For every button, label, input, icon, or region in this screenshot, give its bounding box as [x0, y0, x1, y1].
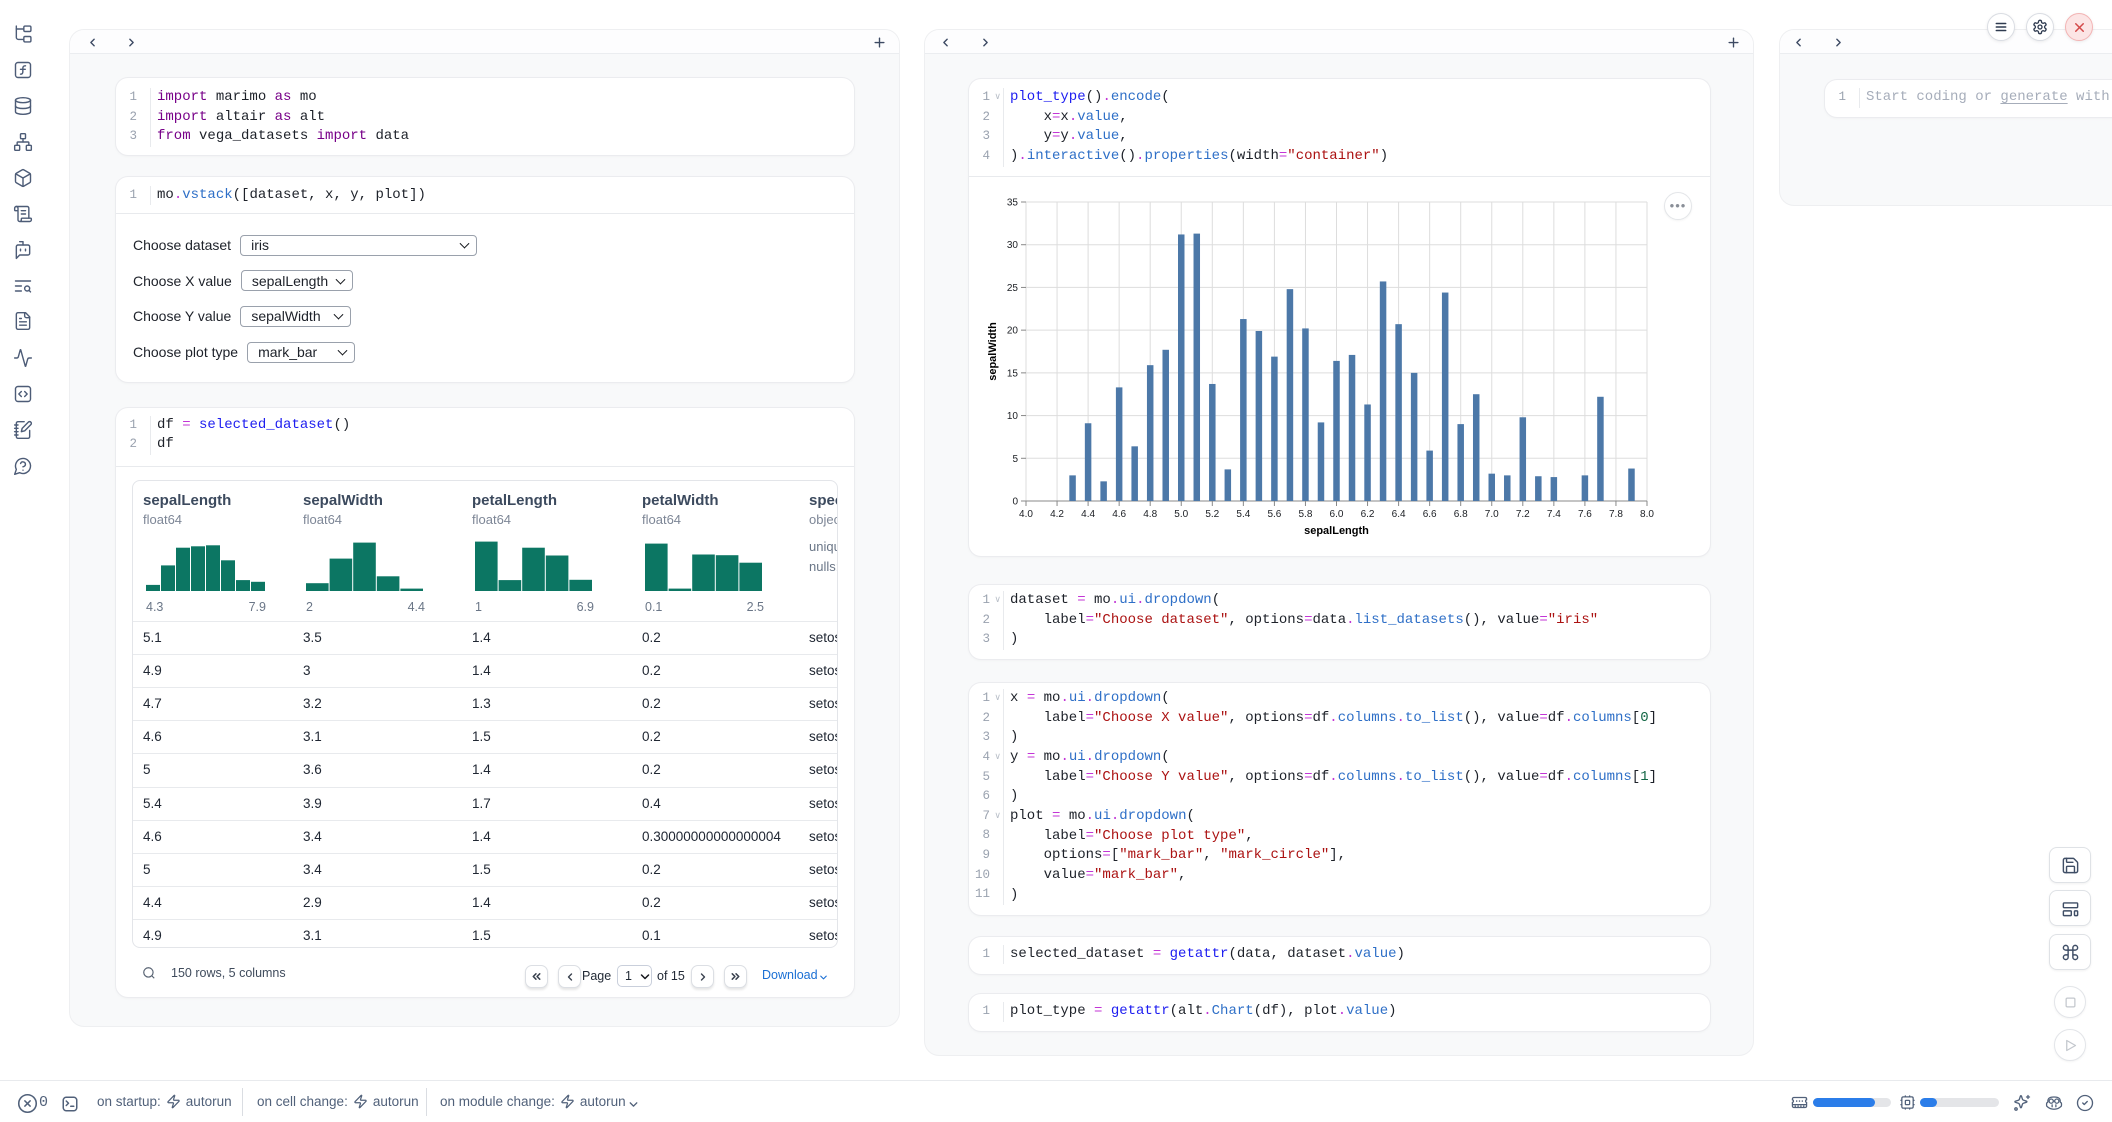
svg-text:7.0: 7.0 [1485, 509, 1499, 520]
svg-text:5.0: 5.0 [1174, 509, 1188, 520]
svg-text:15: 15 [1007, 368, 1019, 379]
svg-text:8.0: 8.0 [1640, 509, 1654, 520]
svg-text:7.2: 7.2 [1516, 509, 1530, 520]
svg-text:5: 5 [1012, 454, 1018, 465]
svg-text:6.8: 6.8 [1454, 509, 1468, 520]
svg-text:6.0: 6.0 [1330, 509, 1344, 520]
svg-text:7.8: 7.8 [1609, 509, 1623, 520]
svg-text:4.4: 4.4 [1081, 509, 1095, 520]
svg-text:25: 25 [1007, 283, 1019, 294]
svg-text:35: 35 [1007, 198, 1019, 209]
svg-text:7.4: 7.4 [1547, 509, 1561, 520]
svg-text:4.8: 4.8 [1143, 509, 1157, 520]
svg-text:4.6: 4.6 [1112, 509, 1126, 520]
svg-text:sepalLength: sepalLength [1304, 525, 1369, 537]
svg-text:0: 0 [1012, 497, 1018, 508]
svg-text:6.6: 6.6 [1423, 509, 1437, 520]
svg-text:sepalWidth: sepalWidth [987, 322, 999, 381]
svg-text:5.2: 5.2 [1205, 509, 1219, 520]
svg-text:5.6: 5.6 [1267, 509, 1281, 520]
svg-text:6.2: 6.2 [1361, 509, 1375, 520]
svg-text:5.4: 5.4 [1236, 509, 1250, 520]
svg-text:20: 20 [1007, 326, 1019, 337]
svg-text:30: 30 [1007, 240, 1019, 251]
svg-text:10: 10 [1007, 411, 1019, 422]
svg-text:7.6: 7.6 [1578, 509, 1592, 520]
svg-text:5.8: 5.8 [1298, 509, 1312, 520]
svg-text:4.0: 4.0 [1019, 509, 1033, 520]
svg-text:4.2: 4.2 [1050, 509, 1064, 520]
svg-text:6.4: 6.4 [1392, 509, 1406, 520]
